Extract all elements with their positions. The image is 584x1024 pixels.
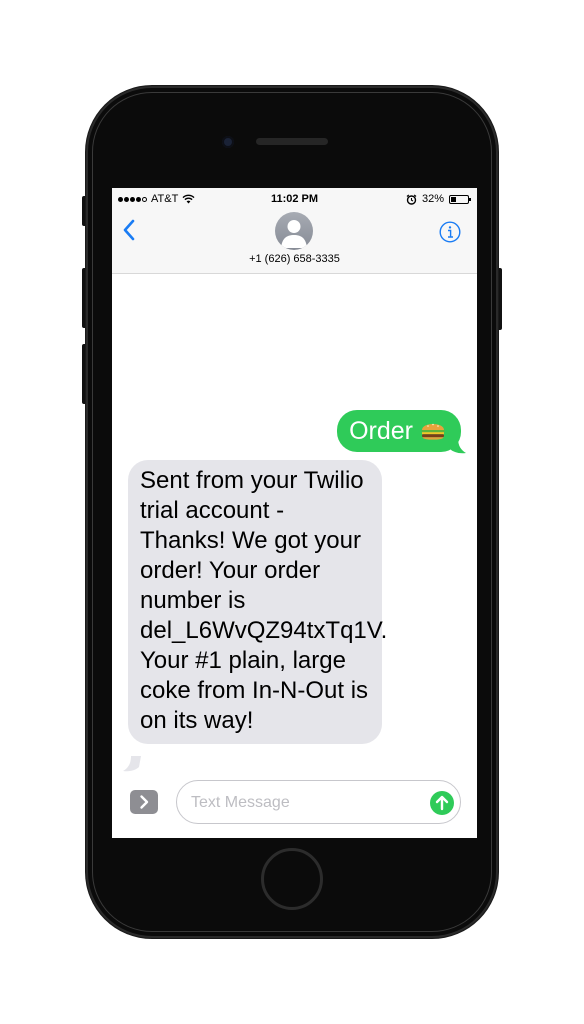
contact-avatar[interactable] <box>275 212 313 250</box>
conversation-header: +1 (626) 658-3335 <box>112 210 477 274</box>
received-message-bubble[interactable]: Sent from your Twilio trial account - Th… <box>128 460 387 744</box>
info-icon[interactable] <box>439 221 461 243</box>
text-message-input[interactable] <box>189 791 413 815</box>
received-message-text: Sent from your Twilio trial account - Th… <box>140 467 388 734</box>
alarm-icon <box>406 193 417 205</box>
status-right: 32% <box>406 193 471 205</box>
person-silhouette-icon <box>281 220 307 248</box>
phone-screen: AT&T 11:02 PM 32% +1 (626) 658-3335 Orde… <box>112 188 477 838</box>
page: AT&T 11:02 PM 32% +1 (626) 658-3335 Orde… <box>0 0 584 1024</box>
sent-bubble-tail <box>448 438 466 454</box>
earpiece-speaker <box>256 138 328 145</box>
status-bar: AT&T 11:02 PM 32% <box>112 188 477 210</box>
send-button[interactable] <box>430 791 454 815</box>
chevron-right-icon <box>140 795 149 809</box>
message-input-field[interactable] <box>176 780 461 824</box>
compose-bar <box>112 780 477 838</box>
chevron-left-icon[interactable] <box>120 218 140 242</box>
received-bubble-tail <box>123 756 141 772</box>
front-camera <box>222 136 234 148</box>
arrow-up-icon <box>435 795 449 811</box>
expand-apps-button[interactable] <box>130 790 158 814</box>
sent-message-bubble[interactable]: Order <box>337 410 461 452</box>
home-button[interactable] <box>261 848 323 910</box>
message-thread: Order Sent from your Twilio trial accoun… <box>112 274 477 780</box>
sent-message-text: Order <box>349 417 413 445</box>
contact-number[interactable]: +1 (626) 658-3335 <box>112 253 477 265</box>
battery-percent: 32% <box>421 193 444 205</box>
hamburger-icon <box>421 423 445 440</box>
battery-icon <box>449 194 471 204</box>
battery-level-fill <box>451 196 456 202</box>
